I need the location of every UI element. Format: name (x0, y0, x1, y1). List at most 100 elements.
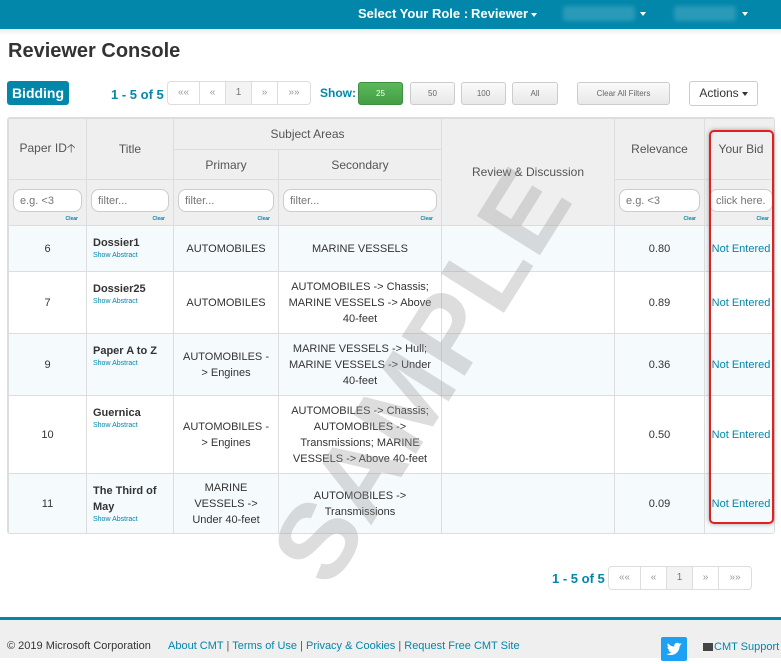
review-cell (441, 395, 616, 474)
bid-filter-input[interactable] (709, 189, 774, 213)
column-header-secondary[interactable]: Secondary (277, 149, 443, 180)
paper-title: Dossier25 (93, 283, 146, 295)
cmt-support-link[interactable]: CMT Support (703, 641, 779, 653)
clear-paper-id-filter[interactable]: Clear (65, 216, 78, 222)
secondary-subject-cell: AUTOMOBILES -> Transmissions (277, 473, 443, 533)
show-abstract-link[interactable]: Show Abstract (93, 421, 167, 430)
review-cell (441, 473, 616, 533)
bid-cell: Not Entered (704, 395, 774, 474)
primary-subject-cell: MARINE VESSELS -> Under 40-feet (173, 473, 279, 533)
record-count: 1 - 5 of 5 (111, 87, 164, 102)
title-cell: Guernica Show Abstract (86, 395, 174, 474)
bid-link[interactable]: Not Entered (712, 498, 771, 510)
paper-id-cell: 9 (8, 333, 87, 396)
redacted-text (674, 6, 736, 21)
title-cell: Dossier1 Show Abstract (86, 225, 174, 272)
last-page-button[interactable]: »» (278, 82, 310, 104)
bid-cell: Not Entered (704, 271, 774, 334)
page-size-50-button[interactable]: 50 (410, 82, 455, 105)
role-dropdown[interactable]: Reviewer (471, 6, 538, 21)
column-header-relevance[interactable]: Relevance (614, 118, 706, 180)
clear-secondary-filter[interactable]: Clear (421, 216, 434, 222)
next-page-button[interactable]: » (252, 82, 278, 104)
filter-cell-primary: Clear (173, 179, 279, 226)
relevance-cell: 0.80 (614, 225, 706, 272)
clear-primary-filter[interactable]: Clear (257, 216, 270, 222)
paper-title: Guernica (93, 407, 141, 419)
column-header-primary[interactable]: Primary (173, 149, 279, 180)
primary-subject-cell: AUTOMOBILES -> Engines (173, 333, 279, 396)
column-header-title[interactable]: Title (86, 118, 174, 180)
primary-subject-cell: AUTOMOBILES -> Engines (173, 395, 279, 474)
bid-link[interactable]: Not Entered (712, 297, 771, 309)
bottom-pagination: «« « 1 » »» (608, 566, 752, 590)
show-abstract-link[interactable]: Show Abstract (93, 515, 167, 524)
secondary-subject-cell: AUTOMOBILES -> Chassis; AUTOMOBILES -> T… (277, 395, 443, 474)
bid-link[interactable]: Not Entered (712, 359, 771, 371)
column-header-paper-id[interactable]: Paper ID🡡 (8, 118, 87, 180)
title-cell: The Third of May Show Abstract (86, 473, 174, 533)
page-1-button[interactable]: 1 (226, 82, 252, 104)
filter-cell-relevance: Clear (614, 179, 706, 226)
first-page-button[interactable]: «« (609, 567, 641, 589)
user-menu-dropdown[interactable] (563, 6, 648, 22)
title-filter-input[interactable] (91, 189, 169, 213)
secondary-filter-input[interactable] (283, 189, 438, 213)
table-row: 6 Dossier1 Show Abstract AUTOMOBILES MARI… (8, 225, 774, 272)
twitter-icon[interactable] (661, 637, 687, 661)
first-page-button[interactable]: «« (168, 82, 200, 104)
paper-id-filter-input[interactable] (13, 189, 82, 213)
sort-ascending-icon: 🡡 (66, 140, 76, 155)
header-shadow (0, 29, 781, 35)
review-cell (441, 225, 616, 272)
about-cmt-link[interactable]: About CMT (168, 640, 223, 652)
relevance-cell: 0.89 (614, 271, 706, 334)
page-1-button[interactable]: 1 (667, 567, 693, 589)
primary-filter-input[interactable] (178, 189, 274, 213)
prev-page-button[interactable]: « (200, 82, 226, 104)
papers-grid: Paper ID🡡 Title Subject Areas Review & D… (7, 117, 775, 534)
request-cmt-site-link[interactable]: Request Free CMT Site (404, 640, 519, 652)
last-page-button[interactable]: »» (719, 567, 751, 589)
paper-title: Paper A to Z (93, 345, 157, 357)
table-row: 9 Paper A to Z Show Abstract AUTOMOBILES … (8, 333, 774, 396)
filter-cell-title: Clear (86, 179, 174, 226)
top-navbar: Select Your Role : Reviewer (0, 0, 781, 29)
clear-relevance-filter[interactable]: Clear (684, 216, 697, 222)
relevance-filter-input[interactable] (619, 189, 701, 213)
footer-links: About CMT | Terms of Use | Privacy & Coo… (168, 640, 520, 652)
page-size-100-button[interactable]: 100 (461, 82, 506, 105)
paper-id-cell: 11 (8, 473, 87, 533)
relevance-cell: 0.50 (614, 395, 706, 474)
column-header-subject-areas: Subject Areas (172, 118, 443, 150)
page-size-25-button[interactable]: 25 (358, 82, 403, 105)
show-abstract-link[interactable]: Show Abstract (93, 359, 167, 368)
bidding-badge: Bidding (7, 81, 69, 105)
prev-page-button[interactable]: « (641, 567, 667, 589)
account-menu-dropdown[interactable] (674, 6, 750, 22)
actions-dropdown-button[interactable]: Actions (689, 81, 758, 106)
column-header-review-discussion[interactable]: Review & Discussion (441, 118, 616, 226)
page-size-all-button[interactable]: All (512, 82, 558, 105)
title-cell: Dossier25 Show Abstract (86, 271, 174, 334)
clear-all-filters-button[interactable]: Clear All Filters (577, 82, 670, 105)
next-page-button[interactable]: » (693, 567, 719, 589)
terms-of-use-link[interactable]: Terms of Use (232, 640, 297, 652)
show-abstract-link[interactable]: Show Abstract (93, 297, 167, 306)
bid-cell: Not Entered (704, 225, 774, 272)
show-abstract-link[interactable]: Show Abstract (93, 251, 167, 260)
footer: © 2019 Microsoft Corporation About CMT |… (0, 617, 781, 661)
clear-title-filter[interactable]: Clear (152, 216, 165, 222)
title-cell: Paper A to Z Show Abstract (86, 333, 174, 396)
bid-link[interactable]: Not Entered (712, 429, 771, 441)
column-header-your-bid[interactable]: Your Bid (704, 118, 774, 180)
top-pagination: «« « 1 » »» (167, 81, 311, 105)
chevron-down-icon (640, 12, 646, 16)
privacy-cookies-link[interactable]: Privacy & Cookies (306, 640, 395, 652)
clear-bid-filter[interactable]: Clear (757, 216, 770, 222)
paper-title: Dossier1 (93, 237, 140, 249)
primary-subject-cell: AUTOMOBILES (173, 225, 279, 272)
review-cell (441, 333, 616, 396)
filter-cell-secondary: Clear (277, 179, 443, 226)
bid-link[interactable]: Not Entered (712, 243, 771, 255)
